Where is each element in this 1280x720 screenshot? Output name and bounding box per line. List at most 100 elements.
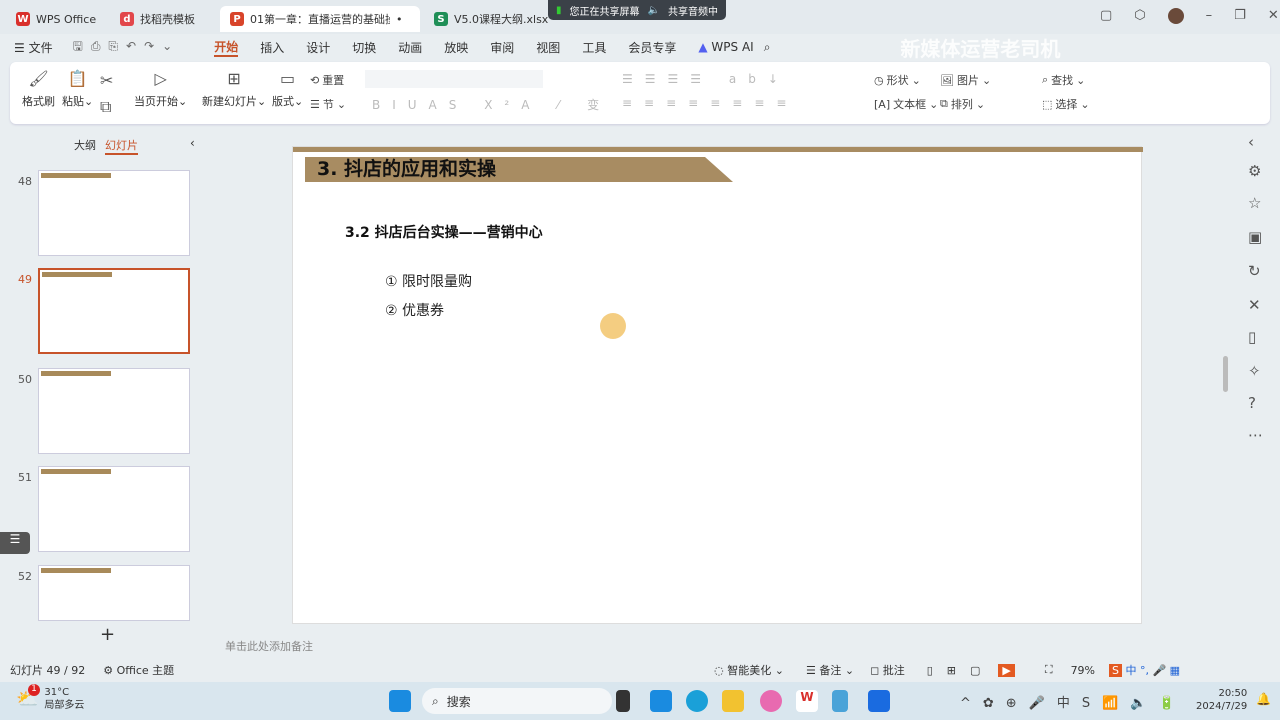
tab-tools[interactable]: 工具 bbox=[582, 39, 606, 56]
ime-toolbar[interactable]: S 中 °, 🎤 ▦ bbox=[1109, 662, 1180, 678]
puzzle-icon[interactable]: ✧ bbox=[1248, 362, 1261, 380]
comment-icon[interactable]: ▣ bbox=[1248, 228, 1262, 246]
cut-icon[interactable]: ✂ bbox=[100, 72, 113, 90]
tab-wps-office[interactable]: W WPS Office bbox=[6, 6, 106, 32]
ai-logo-icon: ▲ bbox=[698, 40, 708, 54]
animation-icon[interactable]: ↻ bbox=[1248, 262, 1261, 280]
help-icon[interactable]: ? bbox=[1248, 394, 1256, 412]
tab-spreadsheet[interactable]: S V5.0课程大纲.xlsx bbox=[424, 6, 558, 32]
textbox-button[interactable]: [A] 文本框 ⌄ bbox=[874, 96, 938, 112]
tab-view[interactable]: 视图 bbox=[536, 39, 560, 56]
task-view-icon[interactable] bbox=[616, 690, 630, 712]
view-buttons[interactable]: ▯⊞▢ bbox=[927, 664, 995, 677]
theme-button[interactable]: ⚙ Office 主题 bbox=[103, 662, 174, 678]
layout-button[interactable]: ▭ 版式⌄ bbox=[272, 70, 303, 109]
tab-design[interactable]: 设计 bbox=[306, 39, 330, 56]
tab-home[interactable]: 开始 bbox=[214, 38, 239, 57]
minimize-icon[interactable]: – bbox=[1206, 8, 1213, 24]
screen-share-banner: ▮ 您正在共享屏幕 🔈 共享音频中 bbox=[548, 0, 726, 20]
tab-slides[interactable]: 幻灯片 bbox=[105, 137, 138, 155]
select-button[interactable]: ⬚ 选择 ⌄ bbox=[1042, 96, 1090, 112]
wps-ai-button[interactable]: ▲ WPS AI bbox=[698, 40, 753, 54]
system-tray[interactable]: ^✿⊕🎤中S📶🔈🔋 bbox=[960, 692, 1187, 711]
notification-icon[interactable]: 🔔 bbox=[1256, 692, 1271, 706]
paragraph-tools[interactable]: ☰☰☰☰ ab↓ bbox=[622, 72, 790, 86]
slide-thumbnail-52[interactable] bbox=[38, 565, 190, 621]
comment-button[interactable]: ◻ 批注 bbox=[870, 662, 905, 678]
tab-transition[interactable]: 切换 bbox=[352, 39, 376, 56]
slide-thumbnail-48[interactable] bbox=[38, 170, 190, 256]
shape-button[interactable]: ◷ 形状 ⌄ bbox=[874, 72, 921, 88]
mail-icon[interactable] bbox=[650, 690, 672, 712]
font-format-tools[interactable]: BIUAS X²A ⁄ 变 bbox=[372, 96, 611, 113]
tab-presentation[interactable]: P 01第一章：直播运营的基础操 • bbox=[220, 6, 420, 32]
vertical-scrollbar[interactable] bbox=[1223, 356, 1228, 392]
beautify-button[interactable]: ◌ 智能美化 ⌄ bbox=[714, 662, 784, 678]
outline-toggle-icon[interactable]: ☰ bbox=[0, 532, 30, 554]
start-button[interactable] bbox=[389, 690, 411, 712]
paste-button[interactable]: 📋 粘贴⌄ bbox=[62, 70, 93, 109]
slide-thumbnail-49[interactable] bbox=[38, 268, 190, 354]
tab-insert[interactable]: 插入 bbox=[260, 39, 284, 56]
restore-icon[interactable]: ❐ bbox=[1234, 8, 1246, 24]
tools-icon[interactable]: ✕ bbox=[1248, 296, 1261, 314]
taskbar-search[interactable]: ⌕ 搜索 bbox=[422, 688, 612, 714]
file-explorer-icon[interactable] bbox=[722, 690, 744, 712]
tab-docer[interactable]: d 找稻壳模板 bbox=[110, 6, 205, 32]
add-slide-button[interactable]: + bbox=[100, 624, 115, 645]
wps-taskbar-icon[interactable]: W bbox=[796, 690, 818, 712]
meeting-icon[interactable] bbox=[868, 690, 890, 712]
tab-slideshow[interactable]: 放映 bbox=[444, 39, 468, 56]
tile-icon[interactable]: ▢ bbox=[1100, 8, 1112, 24]
more-icon[interactable]: ⋯ bbox=[1248, 426, 1263, 444]
slide-title[interactable]: 3. 抖店的应用和实操 bbox=[317, 157, 496, 182]
tab-outline[interactable]: 大纲 bbox=[74, 137, 96, 153]
fit-icon[interactable]: ⛶ bbox=[1045, 663, 1053, 677]
format-painter-button[interactable]: 🖌 格式刷 bbox=[22, 70, 55, 109]
font-select[interactable] bbox=[365, 70, 543, 88]
picture-button[interactable]: 🖼 图片 ⌄ bbox=[940, 72, 991, 88]
weather-widget[interactable]: ⛅ 1 31°C 局部多云 bbox=[16, 684, 84, 712]
reset-button[interactable]: ⟲ 重置 bbox=[310, 72, 344, 88]
find-button[interactable]: ⌕ 查找 ⌄ bbox=[1042, 72, 1085, 88]
tab-review[interactable]: 审阅 bbox=[490, 39, 514, 56]
close-dot-icon[interactable]: • bbox=[396, 13, 403, 26]
quick-access-toolbar[interactable]: 🖫⎙⎘↶↷⌄ bbox=[73, 37, 181, 58]
star-icon[interactable]: ☆ bbox=[1248, 194, 1261, 212]
copy-icon[interactable]: ⧉ bbox=[100, 98, 113, 116]
slide-canvas[interactable]: 3. 抖店的应用和实操 3.2 抖店后台实操——营销中心 ① 限时限量购 ② 优… bbox=[292, 146, 1143, 624]
mouse-cursor-highlight bbox=[600, 313, 626, 339]
tab-membership[interactable]: 会员专享 bbox=[628, 39, 676, 56]
section-button[interactable]: ☰ 节 ⌄ bbox=[310, 96, 346, 112]
slide-thumbnail-51[interactable] bbox=[38, 466, 190, 552]
align-tools[interactable]: ≡≡≡≡≡≡≡≡ bbox=[622, 96, 798, 110]
close-icon[interactable]: ✕ bbox=[1268, 8, 1279, 24]
ai-label: WPS AI bbox=[711, 40, 754, 54]
file-menu[interactable]: ☰ 文件 bbox=[14, 39, 53, 56]
browser-icon[interactable] bbox=[760, 690, 782, 712]
edge-icon[interactable] bbox=[686, 690, 708, 712]
notes-button[interactable]: ☰ 备注 ⌄ bbox=[806, 662, 854, 678]
list-item[interactable]: ② 优惠券 bbox=[385, 300, 444, 320]
collapse-panel-icon[interactable]: ‹ bbox=[190, 136, 195, 150]
notes-input[interactable]: 单击此处添加备注 bbox=[225, 638, 313, 654]
list-item[interactable]: ① 限时限量购 bbox=[385, 271, 472, 291]
expand-icon[interactable]: ‹ bbox=[1248, 133, 1254, 151]
book-icon[interactable]: ▯ bbox=[1248, 328, 1256, 346]
tab-animation[interactable]: 动画 bbox=[398, 39, 422, 56]
search-icon[interactable]: ⌕ bbox=[764, 40, 771, 55]
slide-subtitle[interactable]: 3.2 抖店后台实操——营销中心 bbox=[345, 222, 543, 242]
zoom-level[interactable]: 79% bbox=[1071, 664, 1095, 677]
play-slideshow-button[interactable]: ▶ bbox=[998, 663, 1015, 677]
cube-icon[interactable]: ⬡ bbox=[1134, 8, 1145, 24]
slide-number: 48 bbox=[18, 175, 32, 188]
avatar[interactable] bbox=[1167, 8, 1184, 24]
slide-thumbnail-50[interactable] bbox=[38, 368, 190, 454]
notepad-icon[interactable] bbox=[832, 690, 848, 712]
new-slide-button[interactable]: ⊞ 新建幻灯片⌄ bbox=[202, 70, 266, 109]
clock[interactable]: 20:50 2024/7/29 bbox=[1196, 687, 1247, 713]
from-current-button[interactable]: ▷ 当页开始⌄ bbox=[134, 70, 187, 109]
clipboard-icon: 📋 bbox=[67, 69, 88, 88]
arrange-button[interactable]: ⧉ 排列 ⌄ bbox=[940, 96, 985, 112]
settings-sliders-icon[interactable]: ⚙ bbox=[1248, 162, 1261, 180]
